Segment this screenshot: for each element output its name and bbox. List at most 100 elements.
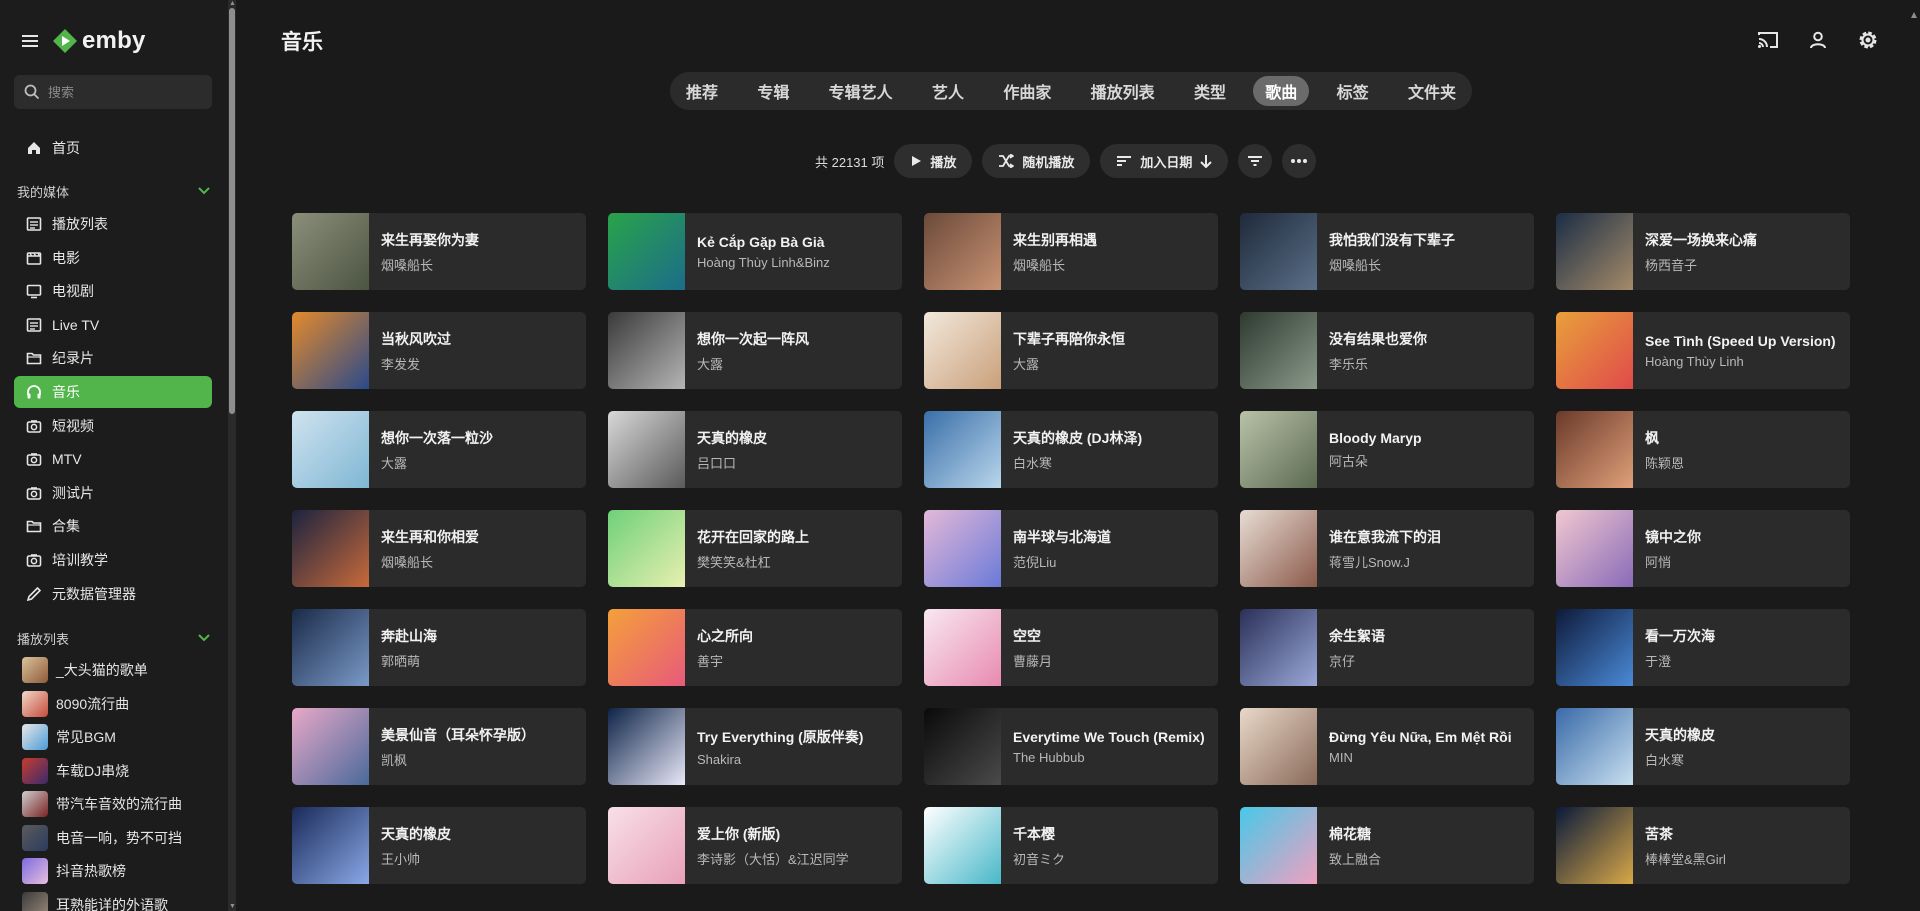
song-card[interactable]: Try Everything (原版伴奏) Shakira [608,708,902,785]
song-card[interactable]: 想你一次起一阵风 大露 [608,312,902,389]
playlist-item[interactable]: _大头猫的歌单 [22,656,222,684]
song-artist[interactable]: 初音ミク [1013,849,1065,868]
song-artist[interactable]: 棒棒堂&黑Girl [1645,849,1726,868]
song-artist[interactable]: 曹藤月 [1013,651,1052,670]
song-artist[interactable]: 凯枫 [381,750,535,769]
shuffle-button[interactable]: 随机播放 [982,144,1091,178]
song-card[interactable]: See Tình (Speed Up Version) Hoàng Thùy Li… [1556,312,1850,389]
song-card[interactable]: 南半球与北海道 范倪Liu [924,510,1218,587]
song-card[interactable]: 天真的橡皮 吕口口 [608,411,902,488]
playlist-item[interactable]: 车载DJ串烧 [22,757,222,785]
tab-1[interactable]: 专辑 [745,76,801,106]
tab-3[interactable]: 艺人 [920,76,976,106]
song-card[interactable]: 苦茶 棒棒堂&黑Girl [1556,807,1850,884]
settings-icon[interactable] [1856,28,1880,52]
song-artist[interactable]: 李发发 [381,354,451,373]
song-card[interactable]: 心之所向 善宇 [608,609,902,686]
song-card[interactable]: 来生别再相遇 烟嗓船长 [924,213,1218,290]
playlist-item[interactable]: 抖音热歌榜 [22,857,222,885]
song-artist[interactable]: 李诗影（大恬）&江迟同学 [697,849,849,868]
playlist-item[interactable]: 8090流行曲 [22,690,222,718]
song-artist[interactable]: 大露 [381,453,493,472]
song-artist[interactable]: 杨西音子 [1645,255,1757,274]
tab-9[interactable]: 文件夹 [1396,76,1468,106]
tab-4[interactable]: 作曲家 [991,76,1063,106]
song-artist[interactable]: 王小帅 [381,849,451,868]
tab-8[interactable]: 标签 [1325,76,1381,106]
song-card[interactable]: 爱上你 (新版) 李诗影（大恬）&江迟同学 [608,807,902,884]
song-card[interactable]: 来生再和你相爱 烟嗓船长 [292,510,586,587]
song-artist[interactable]: 樊笑笑&杜杠 [697,552,809,571]
song-artist[interactable]: 阿悄 [1645,552,1701,571]
scroll-up-arrow-icon[interactable]: ▲ [229,0,236,8]
song-card[interactable]: 没有结果也爱你 李乐乐 [1240,312,1534,389]
song-artist[interactable]: 烟嗓船长 [1329,255,1455,274]
song-artist[interactable]: 郭晒萌 [381,651,437,670]
song-card[interactable]: 天真的橡皮 白水寒 [1556,708,1850,785]
song-card[interactable]: 想你一次落一粒沙 大露 [292,411,586,488]
song-artist[interactable]: 大露 [697,354,809,373]
song-artist[interactable]: 阿古朵 [1329,451,1422,470]
nav-item-9[interactable]: 合集 [14,510,212,542]
more-options-button[interactable] [1282,144,1317,178]
song-card[interactable]: 下辈子再陪你永恒 大露 [924,312,1218,389]
song-card[interactable]: Bloody Maryp 阿古朵 [1240,411,1534,488]
nav-item-11[interactable]: 元数据管理器 [14,578,212,610]
song-card[interactable]: 谁在意我流下的泪 蒋雪儿Snow.J [1240,510,1534,587]
tab-5[interactable]: 播放列表 [1079,76,1167,106]
song-artist[interactable]: 大露 [1013,354,1125,373]
nav-item-0[interactable]: 播放列表 [14,208,212,240]
song-artist[interactable]: 范倪Liu [1013,552,1111,571]
song-card[interactable]: Đừng Yêu Nữa, Em Mệt Rồi MIN [1240,708,1534,785]
song-card[interactable]: 余生絮语 京仔 [1240,609,1534,686]
song-artist[interactable]: 蒋雪儿Snow.J [1329,552,1441,571]
nav-item-6[interactable]: 短视频 [14,410,212,442]
playlist-item[interactable]: 带汽车音效的流行曲 [22,790,222,818]
song-card[interactable]: 看一万次海 于澄 [1556,609,1850,686]
song-artist[interactable]: 烟嗓船长 [381,552,479,571]
search-box[interactable] [14,75,212,109]
song-card[interactable]: 空空 曹藤月 [924,609,1218,686]
playlist-item[interactable]: 电音一响，势不可挡 [22,824,222,852]
sidebar-scrollbar-thumb[interactable] [229,8,235,414]
song-card[interactable]: 深爱一场换来心痛 杨西音子 [1556,213,1850,290]
song-card[interactable]: 来生再娶你为妻 烟嗓船长 [292,213,586,290]
song-artist[interactable]: 致上融合 [1329,849,1381,868]
sort-button[interactable]: 加入日期 [1100,144,1229,178]
song-artist[interactable]: Shakira [697,752,863,767]
nav-item-1[interactable]: 电影 [14,242,212,274]
nav-item-5[interactable]: 音乐 [14,376,212,408]
filter-button[interactable] [1238,144,1273,178]
nav-home[interactable]: 首页 [14,132,212,164]
nav-item-4[interactable]: 纪录片 [14,342,212,374]
nav-item-8[interactable]: 测试片 [14,477,212,509]
tab-2[interactable]: 专辑艺人 [817,76,905,106]
song-card[interactable]: 我怕我们没有下辈子 烟嗓船长 [1240,213,1534,290]
nav-item-10[interactable]: 培训教学 [14,544,212,576]
song-artist[interactable]: 于澄 [1645,651,1715,670]
nav-item-2[interactable]: 电视剧 [14,275,212,307]
song-card[interactable]: 奔赴山海 郭晒萌 [292,609,586,686]
song-card[interactable]: Kẻ Cắp Gặp Bà Già Hoàng Thùy Linh&Binz [608,213,902,290]
search-input[interactable] [48,84,198,100]
song-card[interactable]: Everytime We Touch (Remix) The Hubbub [924,708,1218,785]
song-artist[interactable]: The Hubbub [1013,750,1205,765]
song-artist[interactable]: 白水寒 [1645,750,1715,769]
song-card[interactable]: 天真的橡皮 王小帅 [292,807,586,884]
nav-item-7[interactable]: MTV [14,443,212,475]
song-card[interactable]: 枫陈颖恩 [1556,411,1850,488]
song-artist[interactable]: 烟嗓船长 [1013,255,1097,274]
playlists-header[interactable]: 播放列表 [17,628,211,648]
playlist-item[interactable]: 常见BGM [22,723,222,751]
song-artist[interactable]: 京仔 [1329,651,1385,670]
song-card[interactable]: 花开在回家的路上 樊笑笑&杜杠 [608,510,902,587]
song-artist[interactable]: 烟嗓船长 [381,255,479,274]
hamburger-menu-icon[interactable] [22,35,38,47]
tab-6[interactable]: 类型 [1182,76,1238,106]
sidebar-scrollbar[interactable]: ▲ ▼ [228,0,236,911]
song-card[interactable]: 当秋风吹过 李发发 [292,312,586,389]
cast-icon[interactable] [1756,28,1780,52]
song-card[interactable]: 天真的橡皮 (DJ林泽) 白水寒 [924,411,1218,488]
main-scrollbar[interactable] [1908,0,1920,911]
song-card[interactable]: 千本樱 初音ミク [924,807,1218,884]
